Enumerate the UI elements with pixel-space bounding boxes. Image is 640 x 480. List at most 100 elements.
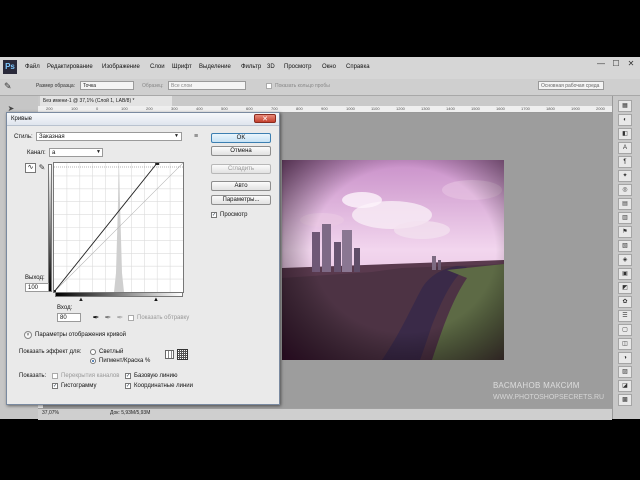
- panel-toggle-icon[interactable]: ◫: [618, 338, 632, 350]
- panel-toggle-icon[interactable]: ▦: [618, 100, 632, 112]
- document-tab[interactable]: Без имени-1 @ 37,1% (Слой 1, LAB/8) *: [40, 96, 172, 106]
- style-select[interactable]: Заказная: [36, 132, 182, 141]
- sample-select[interactable]: Все слои: [168, 81, 246, 90]
- sample-label: Образец:: [142, 83, 164, 89]
- preview-checkbox[interactable]: ✓: [211, 212, 217, 218]
- ruler-number: 1400: [446, 106, 455, 111]
- light-radio[interactable]: [90, 349, 96, 355]
- style-label: Стиль:: [14, 134, 33, 140]
- menu-item[interactable]: Редактирование: [47, 64, 93, 70]
- white-point-slider-icon[interactable]: ▲: [153, 297, 159, 303]
- sample-size-label: Размер образца:: [36, 83, 76, 89]
- pigment-radio-label: Пигмент/Краска %: [99, 358, 151, 364]
- ruler-number: 900: [321, 106, 328, 111]
- show-ring-label: Показать кольцо пробы: [275, 83, 330, 89]
- sample-size-select[interactable]: Точка: [80, 81, 134, 90]
- ruler-number: 1600: [496, 106, 505, 111]
- channel-dropdown-icon[interactable]: ▼: [96, 148, 101, 157]
- black-point-slider-icon[interactable]: ▲: [78, 297, 84, 303]
- display-options-label: Параметры отображения кривой: [35, 332, 127, 338]
- baseline-checkbox[interactable]: ✓: [125, 373, 131, 379]
- channel-overlays-checkbox[interactable]: [52, 373, 58, 379]
- menu-item[interactable]: Файл: [25, 64, 40, 70]
- light-radio-label: Светлый: [99, 349, 124, 355]
- zoom-level[interactable]: 37,07%: [42, 410, 59, 416]
- minimize-button[interactable]: —: [594, 59, 608, 69]
- black-eyedropper-icon[interactable]: ✒: [92, 314, 100, 322]
- show-ring-checkbox[interactable]: [266, 83, 272, 89]
- panel-toggle-icon[interactable]: ¶: [618, 156, 632, 168]
- panel-toggle-icon[interactable]: ◐: [618, 114, 632, 126]
- panel-toggle-icon[interactable]: ▤: [618, 198, 632, 210]
- intersection-line-label: Координатные линии: [134, 383, 193, 389]
- channel-select[interactable]: a: [49, 148, 103, 157]
- menu-item[interactable]: Фильтр: [241, 64, 261, 70]
- panel-toggle-icon[interactable]: ⚑: [618, 226, 632, 238]
- menu-item[interactable]: Шрифт: [172, 64, 192, 70]
- menu-item[interactable]: Просмотр: [284, 64, 311, 70]
- panel-toggle-icon[interactable]: ▧: [618, 240, 632, 252]
- curve-point[interactable]: [155, 161, 160, 165]
- ruler-number: 1800: [546, 106, 555, 111]
- panel-toggle-icon[interactable]: ◑: [618, 352, 632, 364]
- menu-item[interactable]: Справка: [346, 64, 370, 70]
- detailed-grid-icon[interactable]: [177, 349, 188, 360]
- eyedropper-tool-icon[interactable]: ✎: [4, 81, 18, 91]
- menu-item[interactable]: Изображение: [102, 64, 140, 70]
- panel-toggle-icon[interactable]: ☰: [618, 310, 632, 322]
- doc-size: Док: 5,93M/5,93M: [110, 410, 151, 416]
- panel-toggle-icon[interactable]: ◩: [618, 282, 632, 294]
- simple-grid-icon[interactable]: [165, 350, 174, 359]
- panel-toggle-icon[interactable]: ▢: [618, 324, 632, 336]
- show-label: Показать:: [19, 373, 47, 379]
- curve-graph[interactable]: [52, 161, 184, 294]
- dialog-close-button[interactable]: ✕: [254, 114, 276, 123]
- auto-button[interactable]: Авто: [211, 181, 271, 191]
- output-field[interactable]: 100: [25, 283, 49, 292]
- show-clipping-label: Показать обтравку: [137, 315, 190, 321]
- panel-toggle-icon[interactable]: ▩: [618, 394, 632, 406]
- options-button[interactable]: Параметры...: [211, 195, 271, 205]
- show-effect-label: Показать эффект для:: [19, 349, 82, 355]
- smooth-button[interactable]: Сгладить: [211, 164, 271, 174]
- menu-bar: [0, 57, 640, 80]
- panel-toggle-icon[interactable]: ◎: [618, 184, 632, 196]
- histogram-label: Гистограмму: [61, 383, 97, 389]
- intersection-line-checkbox[interactable]: ✓: [125, 383, 131, 389]
- histogram-checkbox[interactable]: ✓: [52, 383, 58, 389]
- panel-toggle-icon[interactable]: ▨: [618, 366, 632, 378]
- pencil-tool-icon[interactable]: ✎: [38, 163, 46, 173]
- panel-toggle-icon[interactable]: A: [618, 142, 632, 154]
- ruler-number: 800: [296, 106, 303, 111]
- menu-item[interactable]: 3D: [267, 64, 275, 70]
- panel-toggle-icon[interactable]: ▥: [618, 212, 632, 224]
- ruler-number: 1900: [571, 106, 580, 111]
- panel-toggle-icon[interactable]: ◧: [618, 128, 632, 140]
- pigment-radio[interactable]: [90, 358, 96, 364]
- gray-eyedropper-icon[interactable]: ✒: [104, 314, 112, 322]
- city-river-photo: [282, 160, 504, 360]
- ok-button[interactable]: OK: [211, 133, 271, 143]
- style-dropdown-icon[interactable]: ▼: [174, 132, 179, 141]
- panel-toggle-icon[interactable]: ✿: [618, 296, 632, 308]
- maximize-button[interactable]: ☐: [609, 59, 623, 69]
- menu-item[interactable]: Выделение: [199, 64, 231, 70]
- close-window-button[interactable]: ✕: [624, 59, 638, 69]
- expand-chevron-icon[interactable]: ˅: [24, 331, 32, 339]
- watermark-author: ВАСМАНОВ МАКСИМ: [493, 381, 580, 390]
- workspace-select[interactable]: Основная рабочая среда: [538, 81, 604, 90]
- panel-toggle-icon[interactable]: ▣: [618, 268, 632, 280]
- panel-toggle-icon[interactable]: ◈: [618, 254, 632, 266]
- input-field[interactable]: 80: [57, 313, 81, 322]
- dialog-titlebar[interactable]: [7, 113, 279, 126]
- ruler-number: 2000: [596, 106, 605, 111]
- show-clipping-checkbox[interactable]: [128, 315, 134, 321]
- white-eyedropper-icon[interactable]: ✒: [116, 314, 124, 322]
- panel-toggle-icon[interactable]: ◪: [618, 380, 632, 392]
- cancel-button[interactable]: Отмена: [211, 146, 271, 156]
- style-menu-icon[interactable]: ≡: [194, 132, 198, 141]
- curve-point-tool-icon[interactable]: ∿: [25, 163, 36, 173]
- panel-toggle-icon[interactable]: ✦: [618, 170, 632, 182]
- menu-item[interactable]: Окно: [322, 64, 336, 70]
- menu-item[interactable]: Слои: [150, 64, 165, 70]
